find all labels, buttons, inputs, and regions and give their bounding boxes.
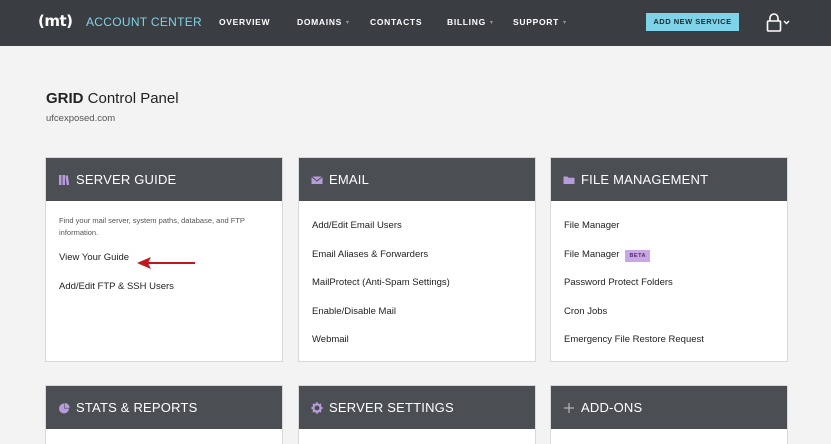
server-guide-description: Find your mail server, system paths, dat… (59, 216, 245, 237)
account-center-label[interactable]: ACCOUNT CENTER (86, 15, 202, 29)
user-menu-button[interactable] (766, 12, 790, 37)
add-ons-header: ADD-ONS (551, 386, 787, 429)
stats-reports-card: STATS & REPORTS (45, 385, 283, 444)
add-edit-ftp-ssh-users-link[interactable]: Add/Edit FTP & SSH Users (59, 280, 269, 309)
cron-jobs-link[interactable]: Cron Jobs (564, 305, 774, 334)
nav-billing[interactable]: BILLING ▾ (447, 17, 494, 27)
server-guide-header: SERVER GUIDE (46, 158, 282, 201)
file-management-card: FILE MANAGEMENT File Manager File Manage… (550, 157, 788, 362)
mailprotect-link[interactable]: MailProtect (Anti-Spam Settings) (312, 276, 522, 305)
chevron-down-icon: ▾ (489, 20, 494, 26)
pie-chart-icon (59, 402, 70, 413)
book-icon (59, 174, 70, 185)
email-header: EMAIL (299, 158, 535, 201)
gear-icon (311, 401, 323, 414)
password-protect-folders-link[interactable]: Password Protect Folders (564, 276, 774, 305)
email-aliases-forwarders-link[interactable]: Email Aliases & Forwarders (312, 248, 522, 277)
add-edit-email-users-link[interactable]: Add/Edit Email Users (312, 219, 522, 248)
top-nav-bar: (mt) ACCOUNT CENTER OVERVIEW DOMAINS ▾ CO… (0, 0, 831, 46)
page-title: GRID Control Panel (46, 90, 179, 107)
nav-contacts[interactable]: CONTACTS (370, 17, 422, 27)
domain-name: ufcexposed.com (46, 113, 116, 124)
add-ons-card: ADD-ONS (550, 385, 788, 444)
enable-disable-mail-link[interactable]: Enable/Disable Mail (312, 305, 522, 334)
stats-reports-header: STATS & REPORTS (46, 386, 282, 429)
email-card: EMAIL Add/Edit Email Users Email Aliases… (298, 157, 536, 362)
file-management-header: FILE MANAGEMENT (551, 158, 787, 201)
nav-support[interactable]: SUPPORT ▾ (513, 17, 567, 27)
emergency-file-restore-link[interactable]: Emergency File Restore Request (564, 333, 774, 362)
add-new-service-button[interactable]: ADD NEW SERVICE (646, 13, 739, 31)
annotation-arrow-icon (137, 257, 195, 269)
lock-user-icon (766, 13, 790, 32)
beta-badge: BETA (625, 249, 651, 262)
plus-icon (564, 402, 574, 413)
folder-icon (563, 176, 575, 184)
chevron-down-icon: ▾ (346, 20, 350, 26)
file-manager-link[interactable]: File Manager (564, 219, 774, 248)
webmail-link[interactable]: Webmail (312, 333, 522, 362)
chevron-down-icon: ▾ (563, 20, 567, 26)
server-settings-header: SERVER SETTINGS (299, 386, 535, 429)
nav-overview[interactable]: OVERVIEW (219, 17, 270, 27)
mt-logo[interactable]: (mt) (38, 12, 73, 30)
nav-domains[interactable]: DOMAINS ▾ (297, 17, 350, 27)
server-settings-card: SERVER SETTINGS (298, 385, 536, 444)
envelope-icon (311, 175, 323, 184)
file-manager-beta-link[interactable]: File Manager BETA (564, 248, 774, 277)
